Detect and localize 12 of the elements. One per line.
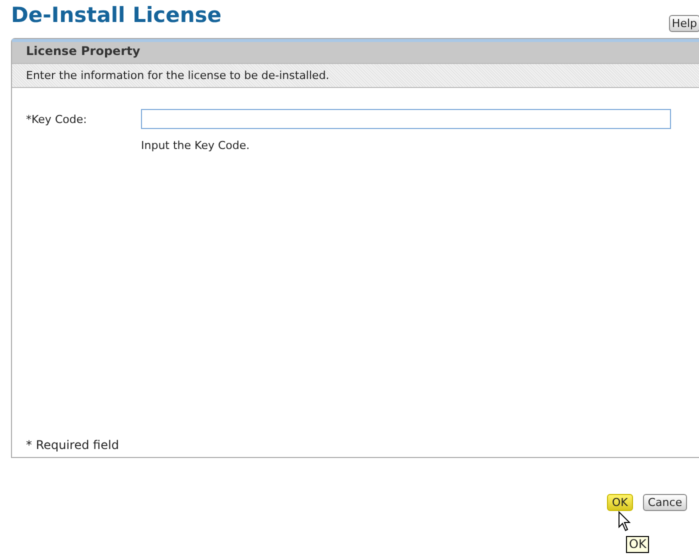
panel-header: License Property <box>12 39 699 63</box>
required-field-note: * Required field <box>25 438 120 454</box>
panel-description: Enter the information for the license to be de-installed. <box>12 63 699 88</box>
field-hint: Input the Key Code. <box>141 139 251 152</box>
field-label: *Key Code: <box>26 113 88 128</box>
dialog-button[interactable]: Cance <box>642 494 688 511</box>
tooltip: OK <box>626 536 650 553</box>
help-button[interactable]: Help <box>668 15 699 32</box>
page-title: De-Install License <box>11 2 222 28</box>
key-code-field[interactable] <box>141 109 671 129</box>
dialog-button[interactable]: OK <box>607 494 633 511</box>
mouse-pointer-icon <box>618 511 631 532</box>
